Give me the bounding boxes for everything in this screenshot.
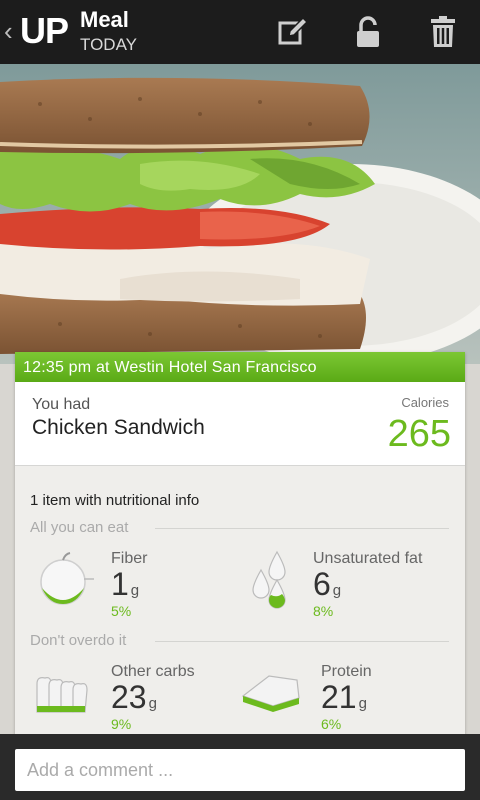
meal-name: Chicken Sandwich <box>32 416 205 439</box>
calories-value: 265 <box>387 413 451 455</box>
meat-icon <box>239 670 303 719</box>
section-label: Don't overdo it <box>30 632 127 649</box>
page-title: Meal <box>80 7 129 32</box>
calories-label: Calories <box>401 395 449 410</box>
page-subtitle: TODAY <box>80 35 137 54</box>
comment-input[interactable] <box>15 749 465 791</box>
meal-time-location: 12:35 pm at Westin Hotel San Francisco <box>15 352 465 382</box>
nutrient-percent: 8% <box>313 603 334 619</box>
section-label: All you can eat <box>30 519 129 536</box>
edit-icon[interactable] <box>275 14 311 50</box>
section-divider <box>155 641 449 642</box>
meal-photo[interactable] <box>0 64 480 364</box>
up-logo[interactable]: UP <box>20 11 69 51</box>
nutrition-summary: 1 item with nutritional info <box>30 492 200 509</box>
back-chevron-icon[interactable]: ‹ <box>4 18 13 44</box>
meal-card: 12:35 pm at Westin Hotel San Francisco Y… <box>15 352 465 742</box>
top-bar: ‹ UP Meal TODAY <box>0 0 480 64</box>
nutrient-percent: 5% <box>111 603 132 619</box>
section-divider <box>155 528 449 529</box>
oil-drops-icon <box>247 550 299 615</box>
comment-bar <box>0 734 480 800</box>
bread-slices-icon <box>33 674 103 723</box>
unlock-icon[interactable] <box>350 14 386 50</box>
meal-summary[interactable]: You had Chicken Sandwich Calories 265 <box>15 382 465 466</box>
nutrient-percent: 6% <box>321 716 342 732</box>
you-had-label: You had <box>32 396 91 413</box>
trash-icon[interactable] <box>425 14 461 50</box>
apple-icon <box>37 552 97 613</box>
nutrient-percent: 9% <box>111 716 132 732</box>
